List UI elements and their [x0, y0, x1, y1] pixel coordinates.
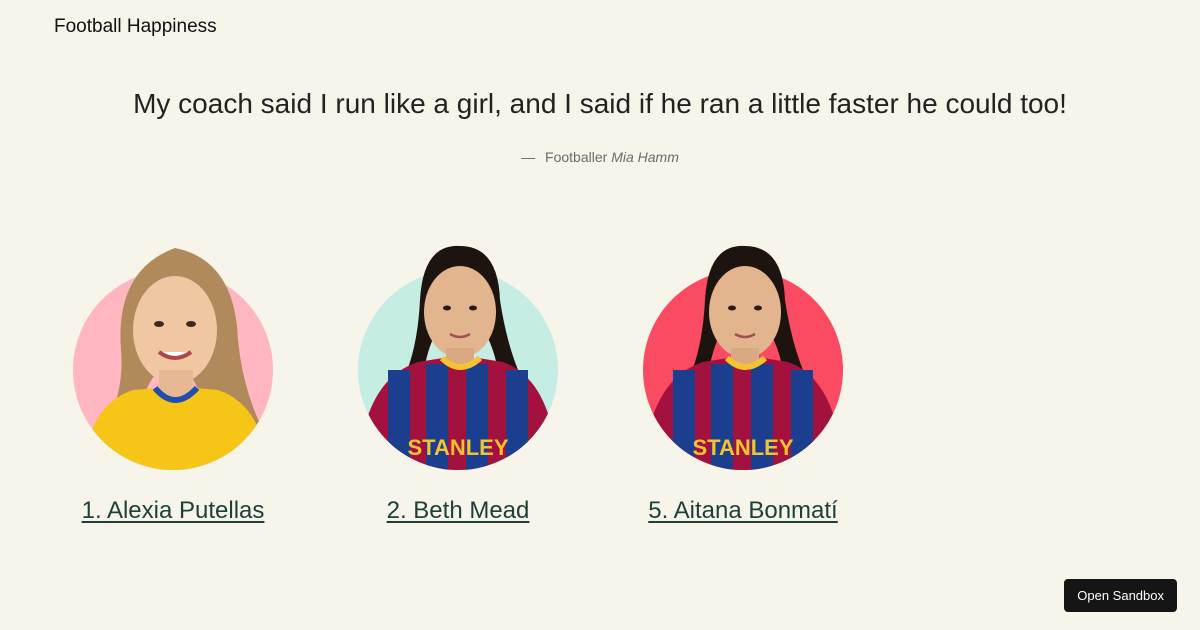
attribution-role: Footballer [545, 149, 608, 165]
player-avatar [63, 240, 283, 472]
svg-text:STANLEY: STANLEY [407, 435, 508, 460]
page: Football Happiness My coach said I run l… [0, 0, 1200, 630]
player-link-1[interactable]: 1. Alexia Putellas [43, 497, 303, 525]
player-photo: STANLEY [358, 245, 558, 470]
player-photo [73, 248, 273, 470]
player-card-2: STANLEY 2. Beth Mead [348, 240, 568, 524]
player-card-1: 1. Alexia Putellas [63, 240, 283, 524]
player-link-2[interactable]: 2. Beth Mead [328, 497, 588, 525]
quote-attribution: — Footballer Mia Hamm [0, 149, 1200, 165]
player-avatar: STANLEY [633, 240, 853, 472]
player-photo: STANLEY [643, 245, 843, 470]
svg-text:STANLEY: STANLEY [692, 435, 793, 460]
site-title-link[interactable]: Football Happiness [54, 16, 217, 38]
quote-text: My coach said I run like a girl, and I s… [133, 88, 1067, 119]
player-link-3[interactable]: 5. Aitana Bonmatí [613, 497, 873, 525]
attribution-author: Mia Hamm [611, 149, 679, 165]
player-avatar: STANLEY [348, 240, 568, 472]
attribution-dash: — [521, 149, 536, 165]
player-card-3: STANLEY 5. Aitana Bonmatí [633, 240, 853, 524]
open-sandbox-button[interactable]: Open Sandbox [1064, 579, 1177, 612]
